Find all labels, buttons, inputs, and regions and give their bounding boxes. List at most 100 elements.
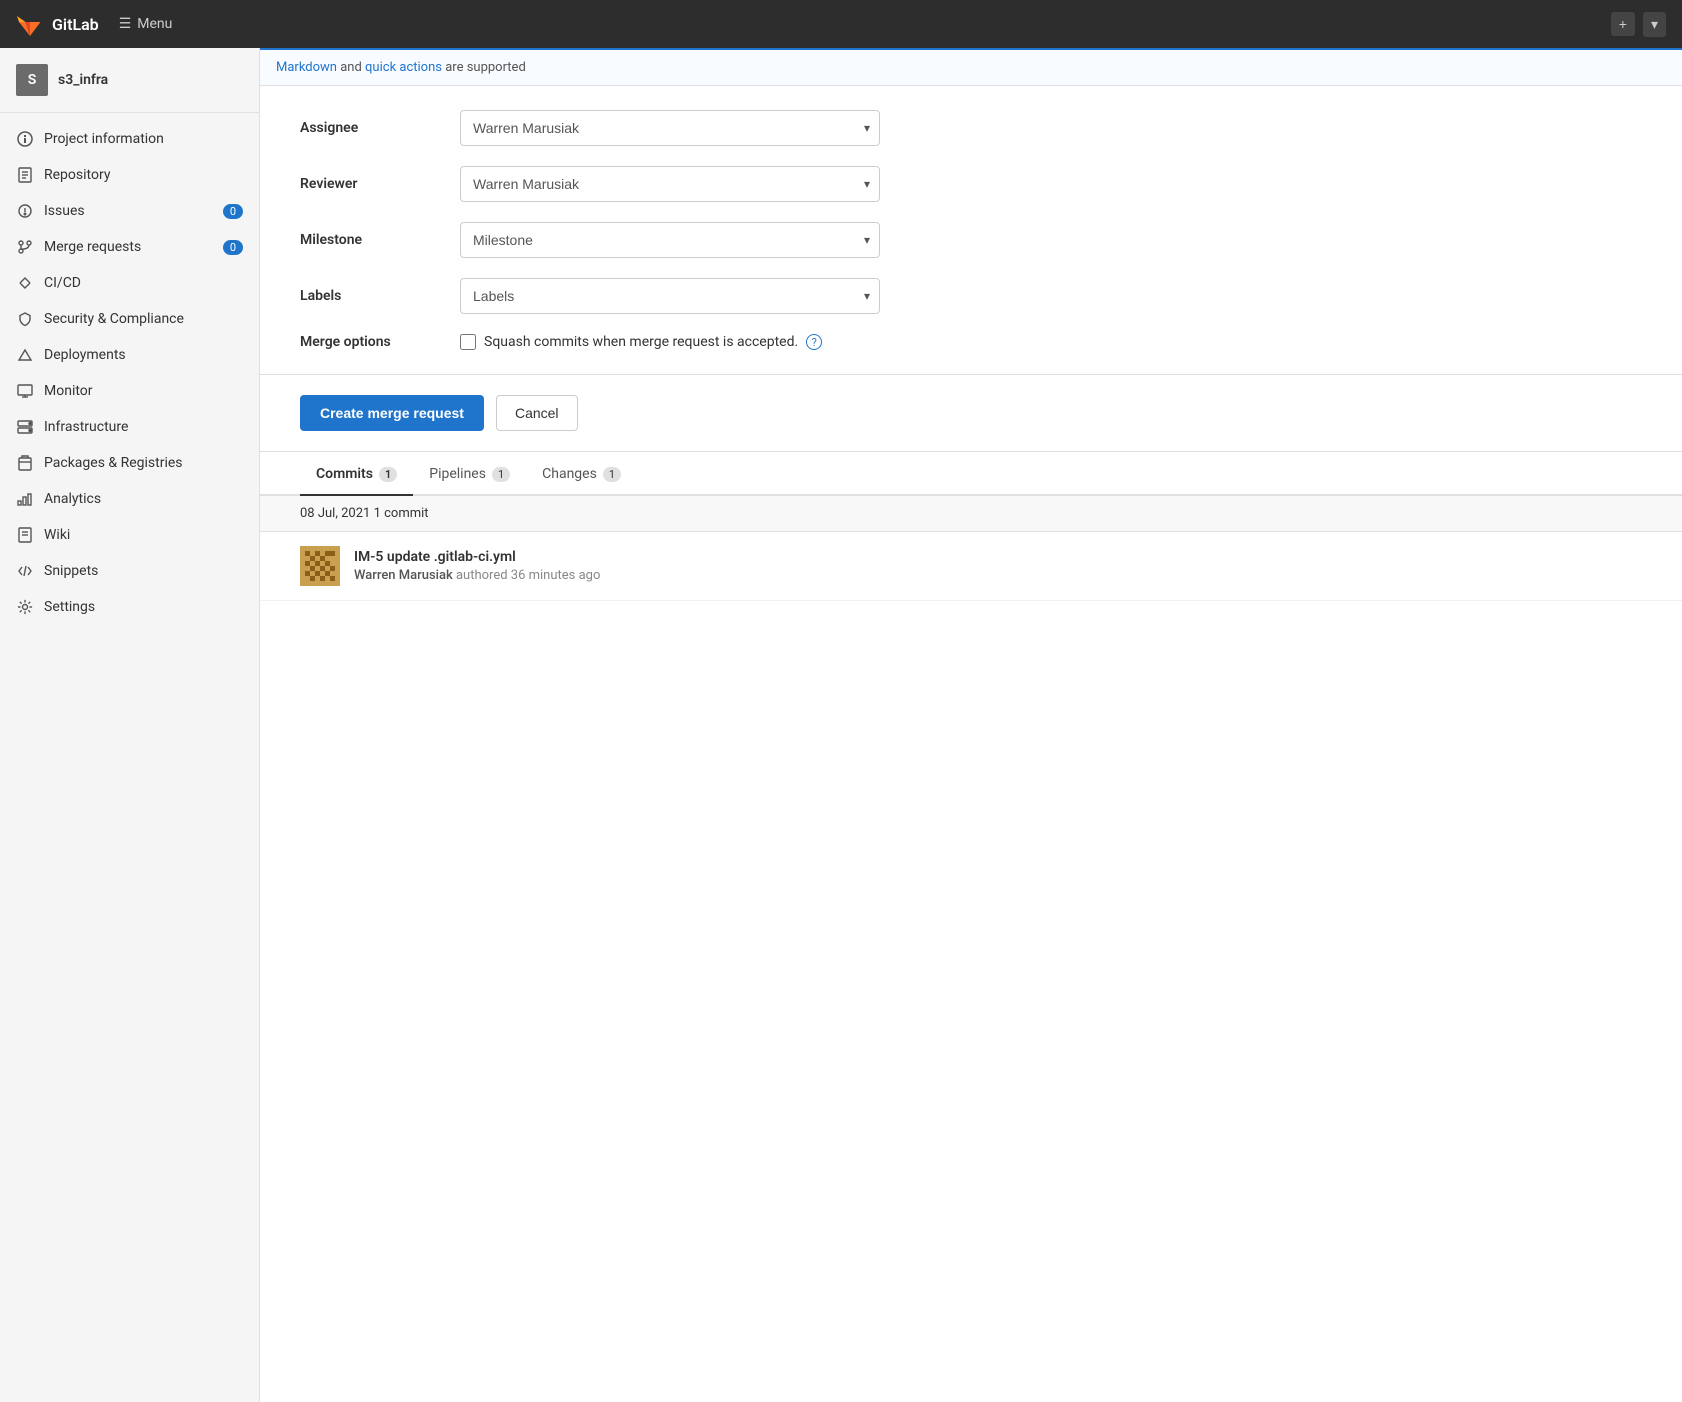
create-merge-request-button[interactable]: Create merge request (300, 395, 484, 431)
tabs-section: Commits 1 Pipelines 1 Changes 1 (260, 452, 1682, 496)
and-text: and (340, 60, 362, 75)
tab-pipelines-badge: 1 (492, 467, 510, 482)
sidebar-item-merge-requests[interactable]: Merge requests 0 (0, 229, 259, 265)
topnav-right: + ▾ (1611, 12, 1666, 37)
wiki-icon (16, 526, 34, 544)
new-item-button[interactable]: + (1611, 12, 1635, 36)
supported-text: are supported (445, 60, 526, 75)
commit-meta: Warren Marusiak authored 36 minutes ago (354, 568, 600, 583)
tab-changes[interactable]: Changes 1 (526, 452, 637, 496)
milestone-select-wrapper: Milestone ▾ (460, 222, 880, 258)
merge-options-row: Merge options Squash commits when merge … (300, 334, 1642, 350)
markdown-link[interactable]: Markdown (276, 60, 337, 75)
sidebar-item-security-compliance[interactable]: Security & Compliance (0, 301, 259, 337)
brand-name: GitLab (52, 15, 99, 34)
hamburger-icon: ☰ (119, 16, 132, 32)
avatar-image (300, 546, 340, 586)
sidebar-item-cicd[interactable]: CI/CD (0, 265, 259, 301)
sidebar-item-wiki[interactable]: Wiki (0, 517, 259, 553)
issues-badge: 0 (223, 204, 243, 219)
merge-options-content: Squash commits when merge request is acc… (460, 334, 822, 350)
sidebar-item-infrastructure[interactable]: Infrastructure (0, 409, 259, 445)
help-icon[interactable]: ? (806, 334, 822, 350)
issues-icon (16, 202, 34, 220)
sidebar-item-repository[interactable]: Repository (0, 157, 259, 193)
labels-label: Labels (300, 288, 460, 304)
labels-row: Labels Labels ▾ (300, 278, 1642, 314)
sidebar-item-deployments[interactable]: Deployments (0, 337, 259, 373)
commits-section: 08 Jul, 2021 1 commit (260, 496, 1682, 601)
reviewer-row: Reviewer Warren Marusiak ▾ (300, 166, 1642, 202)
tab-commits-label: Commits (316, 466, 373, 482)
snippets-icon (16, 562, 34, 580)
infrastructure-icon (16, 418, 34, 436)
commits-date-header: 08 Jul, 2021 1 commit (260, 496, 1682, 532)
quick-actions-link[interactable]: quick actions (365, 60, 442, 75)
sidebar-item-label: Infrastructure (44, 419, 243, 435)
merge-requests-badge: 0 (223, 240, 243, 255)
assignee-label: Assignee (300, 120, 460, 136)
merge-icon (16, 238, 34, 256)
project-header[interactable]: S s3_infra (0, 48, 259, 113)
milestone-row: Milestone Milestone ▾ (300, 222, 1642, 258)
sidebar-item-label: Security & Compliance (44, 311, 243, 327)
project-name: s3_infra (58, 72, 108, 88)
reviewer-label: Reviewer (300, 176, 460, 192)
merge-request-form: Assignee Warren Marusiak ▾ Reviewer Warr… (260, 86, 1682, 375)
menu-button[interactable]: ☰ Menu (119, 16, 173, 32)
tab-pipelines[interactable]: Pipelines 1 (413, 452, 526, 496)
menu-label: Menu (137, 16, 172, 32)
commit-title: IM-5 update .gitlab-ci.yml (354, 549, 600, 565)
sidebar-item-label: Packages & Registries (44, 455, 243, 471)
sidebar-item-project-information[interactable]: Project information (0, 121, 259, 157)
action-section: Create merge request Cancel (260, 375, 1682, 452)
sidebar-item-snippets[interactable]: Snippets (0, 553, 259, 589)
brand-logo[interactable]: GitLab (16, 10, 99, 38)
security-icon (16, 310, 34, 328)
sidebar: S s3_infra Project information Repositor… (0, 48, 260, 1402)
commit-item: IM-5 update .gitlab-ci.yml Warren Marusi… (260, 532, 1682, 601)
cancel-button[interactable]: Cancel (496, 395, 578, 431)
monitor-icon (16, 382, 34, 400)
sidebar-item-label: Snippets (44, 563, 243, 579)
sidebar-item-monitor[interactable]: Monitor (0, 373, 259, 409)
sidebar-item-analytics[interactable]: Analytics (0, 481, 259, 517)
sidebar-nav: Project information Repository Issues 0 (0, 113, 259, 633)
squash-label: Squash commits when merge request is acc… (484, 334, 798, 350)
sidebar-item-label: Merge requests (44, 239, 213, 255)
sidebar-item-label: Repository (44, 167, 243, 183)
sidebar-item-label: Issues (44, 203, 213, 219)
sidebar-item-label: Monitor (44, 383, 243, 399)
sidebar-item-issues[interactable]: Issues 0 (0, 193, 259, 229)
cicd-icon (16, 274, 34, 292)
settings-icon (16, 598, 34, 616)
labels-select-wrapper: Labels ▾ (460, 278, 880, 314)
squash-commits-checkbox[interactable] (460, 334, 476, 350)
assignee-select-wrapper: Warren Marusiak ▾ (460, 110, 880, 146)
sidebar-item-label: Deployments (44, 347, 243, 363)
reviewer-select[interactable]: Warren Marusiak (460, 166, 880, 202)
merge-options-label: Merge options (300, 334, 460, 350)
sidebar-item-label: Project information (44, 131, 243, 147)
sidebar-item-packages-registries[interactable]: Packages & Registries (0, 445, 259, 481)
info-icon (16, 130, 34, 148)
analytics-icon (16, 490, 34, 508)
tab-changes-badge: 1 (603, 467, 621, 482)
markdown-hint-area: Markdown and quick actions are supported (260, 48, 1682, 86)
commit-avatar (300, 546, 340, 586)
tab-commits[interactable]: Commits 1 (300, 452, 413, 496)
topnav-chevron-button[interactable]: ▾ (1643, 12, 1666, 37)
main-content: Markdown and quick actions are supported… (260, 48, 1682, 1402)
labels-select[interactable]: Labels (460, 278, 880, 314)
assignee-select[interactable]: Warren Marusiak (460, 110, 880, 146)
sidebar-item-settings[interactable]: Settings (0, 589, 259, 625)
gitlab-icon (16, 10, 44, 38)
tab-commits-badge: 1 (379, 467, 397, 482)
markdown-hint-box: Markdown and quick actions are supported (260, 48, 1682, 85)
sidebar-item-label: Analytics (44, 491, 243, 507)
tab-pipelines-label: Pipelines (429, 466, 486, 482)
milestone-select[interactable]: Milestone (460, 222, 880, 258)
project-avatar: S (16, 64, 48, 96)
milestone-label: Milestone (300, 232, 460, 248)
deployments-icon (16, 346, 34, 364)
